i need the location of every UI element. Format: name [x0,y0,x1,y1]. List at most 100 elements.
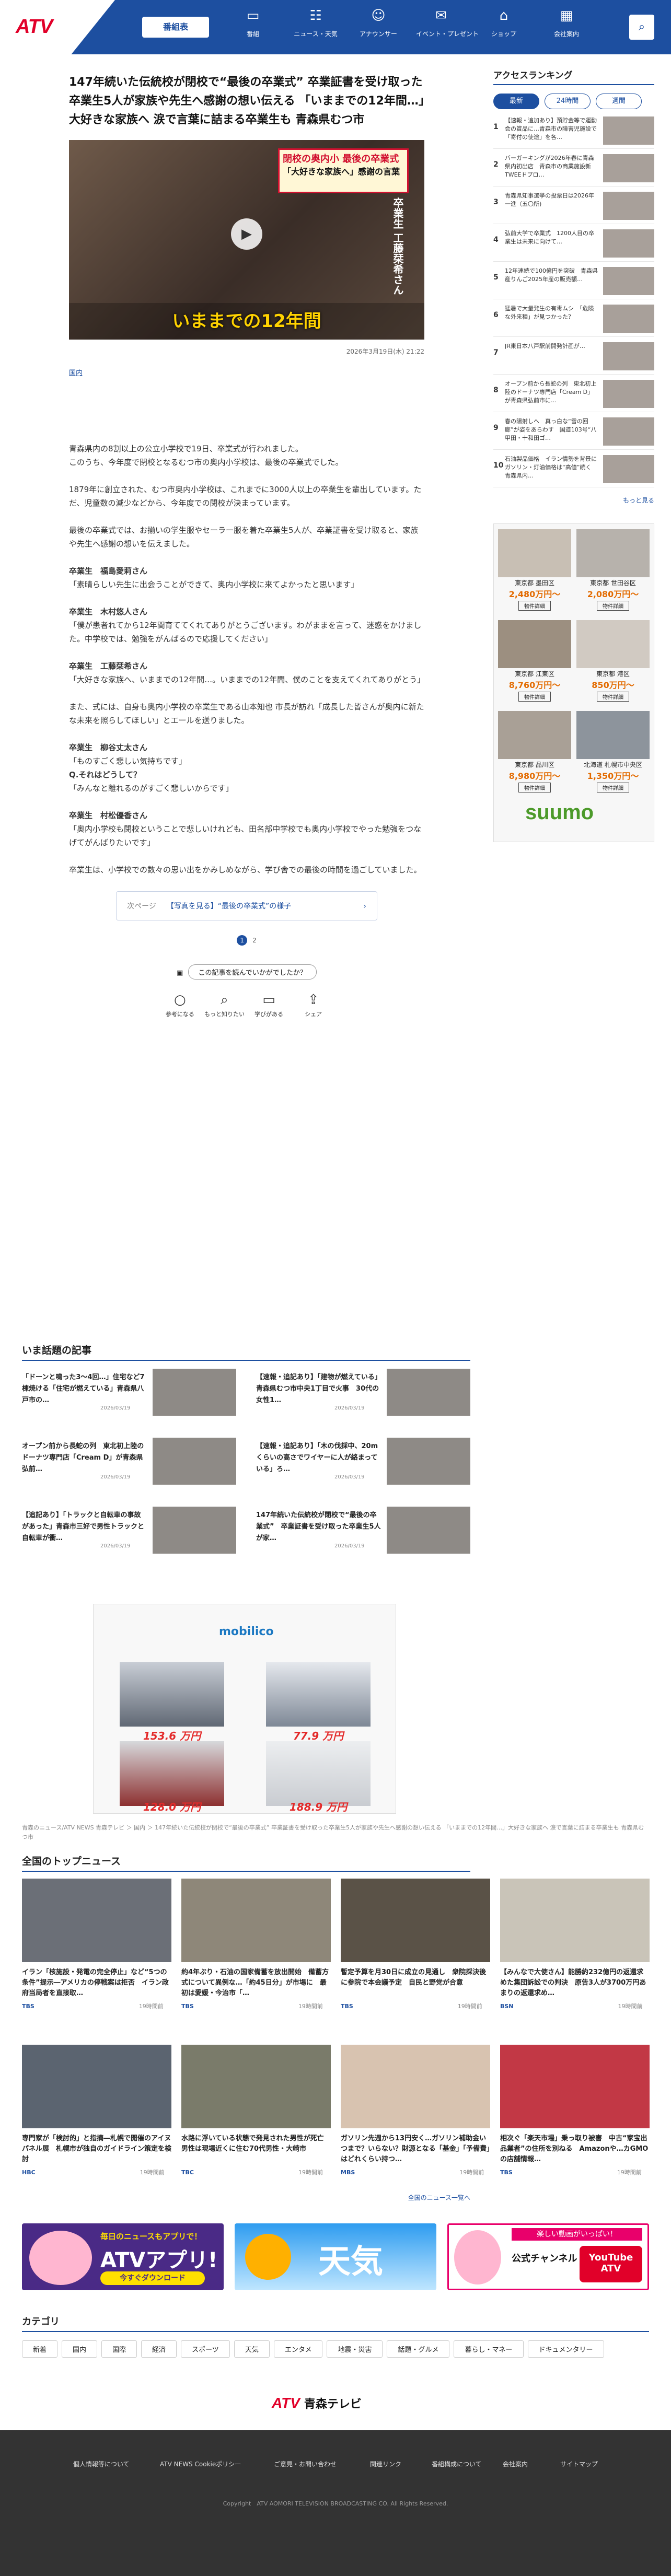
topic-headline[interactable]: 147年続いた伝統校が閉校で“最後の卒業式” 卒業証書を受け取った卒業生5人が家… [256,1510,381,1544]
ranking-item[interactable]: 6 猛暑で大量発生の有毒ムシ 「危険な外来種」が見つかった？ [493,304,654,337]
reaction-more[interactable]: ⌕ もっと知りたい [203,992,245,1018]
national-card[interactable]: 水路に浮いている状態で発見された男性が死亡 男性は現場近くに住む70代男性・大崎… [181,2045,331,2201]
ranking-headline[interactable]: 青森県知事選挙の投票日は2026年 一進（五〇所) [505,192,598,217]
search-button[interactable]: ⌕ [629,15,654,40]
site-logo[interactable]: ATV [16,16,76,39]
topic-card[interactable]: 【速報・追記あり】「木の伐採中、20mくらいの高さでワイヤーに人が絡まっている」… [256,1438,470,1490]
national-card[interactable]: 暫定予算を月30日に成立の見通し 衆院採決後に参院で本会議予定 自民と野党が合意… [341,1879,490,2035]
youtube-banner[interactable]: 楽しい動画がいっぱい！ 公式チャンネル YouTube ATV [447,2223,649,2290]
topic-thumbnail[interactable] [387,1438,470,1485]
ranking-headline[interactable]: 春の陽射しへ 真っ白な“雪の回廊”が姿をあらわす 国道103号“八甲田・十和田ゴ… [505,417,598,442]
page-current[interactable]: 1 [237,935,248,946]
category-chip[interactable]: 地震・災害 [327,2340,383,2358]
ranking-headline[interactable]: 石油製品価格 イラン情勢を背景にガソリン・灯油価格は“高値”続く 青森県内… [505,455,598,480]
topic-card[interactable]: 147年続いた伝統校が閉校で“最後の卒業式” 卒業証書を受け取った卒業生5人が家… [256,1507,470,1559]
ranking-item[interactable]: 7 JR東日本八戸駅前開発計画が… [493,341,654,375]
topic-thumbnail[interactable] [387,1369,470,1416]
national-thumbnail[interactable] [181,1879,331,1962]
topic-card[interactable]: 【速報・追記あり】「建物が燃えている」青森県むつ市中央1丁目で火事 30代の女性… [256,1369,470,1421]
category-chip[interactable]: エンタメ [273,2340,323,2358]
tab-weekly[interactable]: 週間 [596,94,642,109]
ranking-thumbnail[interactable] [603,417,654,446]
property-image[interactable] [498,711,571,759]
category-chip[interactable]: 話題・グルメ [387,2340,450,2358]
ranking-headline[interactable]: 12年連続で100億円を突破 青森県産りんご2025年産の販売額… [505,267,598,292]
ranking-thumbnail[interactable] [603,154,654,182]
property-image[interactable] [576,620,650,668]
topic-headline[interactable]: 【追記あり】「トラックと自転車の事故があった」青森市三好で男性トラックと自転車が… [22,1510,147,1544]
national-headline[interactable]: 専門家が「検討的」と指摘―札幌で開催のアイヌパネル展 札幌市が独自のガイドライン… [22,2134,171,2166]
category-chip[interactable]: 国内 [62,2340,98,2358]
car-image[interactable] [120,1741,224,1806]
page-next[interactable]: 2 [252,937,257,944]
ranking-headline[interactable]: オープン前から長蛇の列 東北初上陸のドーナツ専門店「Cream D」が青森県弘前… [505,380,598,405]
car-ad[interactable]: mobilico 153.6 万円 77.9 万円 128.0 万円 188.9… [93,1604,396,1814]
national-thumbnail[interactable] [22,1879,171,1962]
topic-thumbnail[interactable] [387,1507,470,1554]
reaction-share[interactable]: ⇪ シェア [293,992,334,1018]
nav-item-event-present[interactable]: ✉ イベント・プレゼント [416,7,479,49]
ranking-thumbnail[interactable] [603,116,654,145]
ranking-item[interactable]: 9 春の陽射しへ 真っ白な“雪の回廊”が姿をあらわす 国道103号“八甲田・十和田… [493,416,654,450]
ranking-item[interactable]: 5 12年連続で100億円を突破 青森県産りんご2025年産の販売額… [493,266,654,299]
ranking-item[interactable]: 2 バーガーキングが2026年春に青森県内初出店 青森市の商業施設新TWEEドプロ… [493,153,654,187]
category-chip[interactable]: スポーツ [181,2340,230,2358]
breadcrumb[interactable]: 青森のニュース/ATV NEWS 青森テレビ ＞ 国内 ＞ 147年続いた伝統校… [22,1823,649,1842]
footer-link[interactable]: 番組構成について [432,2460,482,2468]
ranking-thumbnail[interactable] [603,267,654,295]
topic-headline[interactable]: オープン前から長蛇の列 東北初上陸のドーナツ専門店「Cream D」が青森県弘前… [22,1441,147,1475]
category-chip[interactable]: 経済 [141,2340,177,2358]
nav-item-announcer[interactable]: ☺ アナウンサー [353,7,403,49]
category-chip[interactable]: 暮らし・マネー [454,2340,524,2358]
national-card[interactable]: ガソリン先週から13円安く…ガソリン補助金いつまで？いらない？財源となる「基金」… [341,2045,490,2201]
category-chip[interactable]: ドキュメンタリー [527,2340,604,2358]
program-guide-button[interactable]: 番組表 [142,17,209,38]
national-headline[interactable]: イラン「核施設・発電の完全停止」など“5つの条件”提示―アメリカの停戦案は拒否 … [22,1967,171,2000]
ranking-headline[interactable]: 【速報・追加あり】預貯金等で運動会の賞品に…青森市の障害児施設で「寄付の使途」を… [505,116,598,142]
ranking-item[interactable]: 1 【速報・追加あり】預貯金等で運動会の賞品に…青森市の障害児施設で「寄付の使途」… [493,115,654,149]
property-image[interactable] [576,711,650,759]
car-image[interactable] [266,1662,371,1727]
ranking-headline[interactable]: JR東日本八戸駅前開発計画が… [505,342,598,367]
footer-logo[interactable]: ATV 青森テレビ [272,2395,362,2411]
ranking-headline[interactable]: 猛暑で大量発生の有毒ムシ 「危険な外来種」が見つかった？ [505,305,598,330]
national-headline[interactable]: 【みんなで大使さん】能勝約232億円の返還求めた集団訴訟での判決 原告3人が37… [500,1967,650,2000]
ranking-item[interactable]: 10 石油製品価格 イラン情勢を背景にガソリン・灯油価格は“高値”続く 青森県内… [493,454,654,487]
ranking-thumbnail[interactable] [603,380,654,408]
national-card[interactable]: 専門家が「検討的」と指摘―札幌で開催のアイヌパネル展 札幌市が独自のガイドライン… [22,2045,171,2201]
tab-latest[interactable]: 最新 [493,94,539,109]
topic-card[interactable]: オープン前から長蛇の列 東北初上陸のドーナツ専門店「Cream D」が青森県弘前… [22,1438,236,1490]
reaction-helpful[interactable]: ○ 参考になる [159,992,201,1018]
property-image[interactable] [576,529,650,577]
ranking-thumbnail[interactable] [603,455,654,483]
national-card[interactable]: 【みんなで大使さん】能勝約232億円の返還求めた集団訴訟での判決 原告3人が37… [500,1879,650,2035]
article-video[interactable]: 閉校の奥内小 最後の卒業式 「大好きな家族へ」感謝の言葉 卒業生 工藤栞希さん ▶… [69,140,424,340]
national-headline[interactable]: 暫定予算を月30日に成立の見通し 衆院採決後に参院で本会議予定 自民と野党が合意 [341,1967,490,2000]
ranking-thumbnail[interactable] [603,229,654,258]
footer-link[interactable]: ご意見・お問い合わせ [274,2460,337,2468]
footer-link[interactable]: 会社案内 [503,2460,528,2468]
suumo-ad[interactable]: 東京都 墨田区 2,480万円〜 物件詳細 東京都 世田谷区 2,080万円〜 物件詳細… [493,523,654,842]
ranking-item[interactable]: 8 オープン前から長蛇の列 東北初上陸のドーナツ専門店「Cream D」が青森県弘… [493,379,654,412]
next-page-link[interactable]: 次ページ 【写真を見る】“最後の卒業式”の様子 › [116,891,377,920]
national-headline[interactable]: ガソリン先週から13円安く…ガソリン補助金いつまで？いらない？財源となる「基金」… [341,2134,490,2166]
topic-thumbnail[interactable] [153,1507,236,1554]
footer-link[interactable]: 関連リンク [370,2460,401,2468]
national-more-link[interactable]: 全国のニュース一覧へ [408,2193,470,2202]
ranking-thumbnail[interactable] [603,305,654,333]
national-headline[interactable]: 相次ぐ「楽天市場」乗っ取り被害 中古“家宝出品業者”の住所を別ねる Amazon… [500,2134,650,2166]
weather-banner[interactable]: 天気 [235,2223,436,2290]
topic-headline[interactable]: 【速報・追記あり】「建物が燃えている」青森県むつ市中央1丁目で火事 30代の女性… [256,1372,381,1406]
footer-link[interactable]: 個人情報等について [73,2460,130,2468]
topic-card[interactable]: 「ドーンと鳴った3〜4回…」住宅など7棟焼ける「住宅が燃えている」青森県八戸市の… [22,1369,236,1421]
suumo-logo[interactable]: suumo [525,801,594,824]
national-thumbnail[interactable] [500,2045,650,2128]
category-chip[interactable]: 新着 [22,2340,58,2358]
national-headline[interactable]: 約4年ぶり・石油の国家備蓄を放出開始 備蓄方式について異例な…「約45日分」が市… [181,1967,331,2000]
national-headline[interactable]: 水路に浮いている状態で発見された男性が死亡 男性は現場近くに住む70代男性・大崎… [181,2134,331,2166]
nav-item-news-weather[interactable]: ☷ ニュース・天気 [291,7,341,49]
national-thumbnail[interactable] [22,2045,171,2128]
national-thumbnail[interactable] [181,2045,331,2128]
ranking-headline[interactable]: バーガーキングが2026年春に青森県内初出店 青森市の商業施設新TWEEドプロ… [505,154,598,179]
ranking-thumbnail[interactable] [603,342,654,370]
